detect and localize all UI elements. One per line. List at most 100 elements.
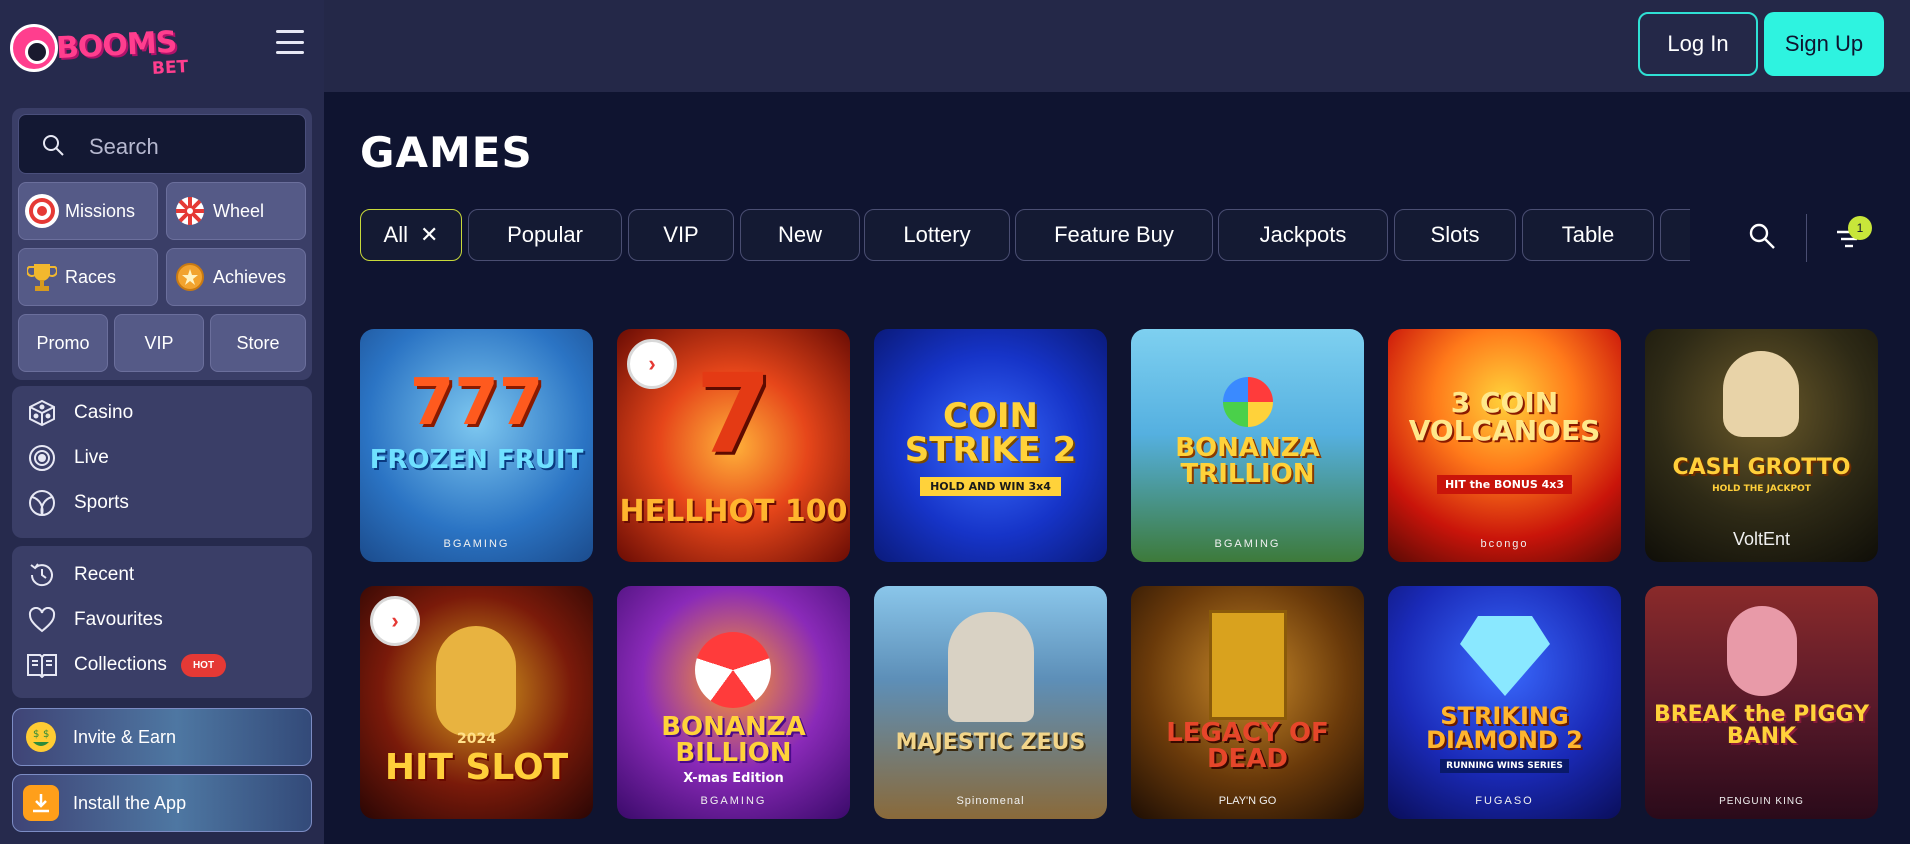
filter-chip-vip[interactable]: VIP: [628, 209, 734, 261]
hot-badge: HOT: [180, 653, 227, 677]
filter-chip-label: Jackpots: [1259, 222, 1347, 247]
book-icon: [26, 649, 58, 681]
game-card[interactable]: COIN STRIKE 2 HOLD AND WIN 3x4: [874, 329, 1107, 562]
invite-earn-button[interactable]: $ $ Invite & Earn: [12, 708, 312, 766]
live-icon: [26, 442, 58, 474]
download-icon: [23, 785, 59, 821]
install-app-label: Install the App: [73, 792, 187, 813]
sidebar-label-collections: Collections: [74, 654, 167, 675]
divider: [1806, 214, 1807, 262]
filter-chip-label: VIP: [663, 222, 699, 247]
filter-search-icon[interactable]: [1748, 222, 1776, 250]
game-provider: BGAMING: [700, 795, 767, 807]
filter-chip-jackpots[interactable]: Jackpots: [1218, 209, 1388, 261]
menu-toggle-icon[interactable]: [276, 30, 304, 54]
game-provider: Spinomenal: [956, 795, 1025, 807]
filter-chip-all[interactable]: All ✕: [360, 209, 462, 261]
game-provider: VoltEnt: [1732, 529, 1791, 549]
game-tag: HIT the BONUS 4x3: [1388, 475, 1621, 494]
achieves-button[interactable]: Achieves: [166, 248, 306, 306]
signup-button[interactable]: Sign Up: [1764, 12, 1884, 76]
filter-chip-popular[interactable]: Popular: [468, 209, 622, 261]
game-card[interactable]: BONANZA BILLION X-mas Edition BGAMING: [617, 586, 850, 819]
game-provider: BGAMING: [443, 538, 510, 550]
game-title: BONANZA BILLION: [661, 712, 806, 768]
game-card[interactable]: 777 FROZEN FRUIT BGAMING: [360, 329, 593, 562]
game-title: BREAK the PIGGY BANK: [1653, 702, 1870, 749]
game-title: CASH GROTTO: [1672, 455, 1851, 480]
game-tag: 2024: [457, 731, 496, 747]
game-card[interactable]: MAJESTIC ZEUS Spinomenal: [874, 586, 1107, 819]
achieves-label: Achieves: [213, 266, 287, 287]
vip-button[interactable]: VIP: [114, 314, 204, 372]
store-button[interactable]: Store: [210, 314, 306, 372]
promo-button[interactable]: Promo: [18, 314, 108, 372]
filter-chip-lottery[interactable]: Lottery: [864, 209, 1010, 261]
game-provider: FUGASO: [1475, 795, 1534, 807]
login-button[interactable]: Log In: [1638, 12, 1758, 76]
game-tag: RUNNING WINS SERIES: [1388, 759, 1621, 773]
game-card[interactable]: CASH GROTTO HOLD THE JACKPOT VoltEnt: [1645, 329, 1878, 562]
jester-icon: [436, 626, 516, 736]
sidebar-item-collections[interactable]: Collections HOT: [26, 648, 227, 682]
game-title: LEGACY OF DEAD: [1166, 718, 1329, 774]
races-button[interactable]: Races: [18, 248, 158, 306]
sidebar-secondary-nav: Recent Favourites Collections HOT: [12, 546, 312, 698]
svg-text:$: $: [43, 729, 49, 740]
game-tag: HOLD AND WIN 3x4: [874, 477, 1107, 496]
game-provider: bcongo: [1480, 538, 1529, 550]
game-title: COIN STRIKE 2: [904, 396, 1077, 470]
sidebar-label-live: Live: [74, 447, 109, 468]
game-provider: BGAMING: [1214, 538, 1281, 550]
sidebar-item-casino[interactable]: Casino: [26, 396, 133, 430]
invite-earn-label: Invite & Earn: [73, 726, 177, 747]
game-card[interactable]: 3 COIN VOLCANOES HIT the BONUS 4x3 bcong…: [1388, 329, 1621, 562]
page-title: GAMES: [360, 128, 533, 177]
game-card[interactable]: STRIKING DIAMOND 2 RUNNING WINS SERIES F…: [1388, 586, 1621, 819]
filter-chip-label: Slots: [1430, 222, 1480, 247]
pig-icon: [1727, 606, 1797, 696]
filter-chip-slots[interactable]: Slots: [1394, 209, 1516, 261]
history-icon: [26, 559, 58, 591]
close-icon[interactable]: ✕: [420, 222, 438, 248]
game-title: 3 COIN VOLCANOES: [1408, 386, 1601, 447]
install-app-button[interactable]: Install the App: [12, 774, 312, 832]
game-title: MAJESTIC ZEUS: [895, 730, 1086, 755]
seven-icon: 7: [695, 350, 772, 478]
game-tag: HOLD THE JACKPOT: [1712, 484, 1811, 494]
game-title: FROZEN FRUIT: [369, 445, 584, 475]
brand-logo[interactable]: BOOMS BET: [10, 10, 200, 80]
filter-chip-new[interactable]: New: [740, 209, 860, 261]
filter-chip-all-label: All: [383, 222, 408, 247]
wheel-button[interactable]: Wheel: [166, 182, 306, 240]
candy-icon: [695, 632, 771, 708]
filter-chip-label: New: [777, 222, 822, 247]
promo-label: Promo: [36, 332, 90, 353]
game-card[interactable]: BONANZA TRILLION BGAMING: [1131, 329, 1364, 562]
money-face-icon: $ $: [23, 719, 59, 755]
game-card[interactable]: BREAK the PIGGY BANK PENGUIN KING: [1645, 586, 1878, 819]
game-provider: PLAY'N GO: [1218, 795, 1277, 807]
ball-icon: [26, 487, 58, 519]
game-card[interactable]: LEGACY OF DEAD PLAY'N GO: [1131, 586, 1364, 819]
missions-button[interactable]: Missions: [18, 182, 158, 240]
sidebar-search-input[interactable]: Search: [18, 114, 306, 174]
target-icon: [25, 194, 59, 228]
filter-chip-more[interactable]: [1660, 209, 1690, 261]
vip-label: VIP: [144, 332, 174, 353]
sidebar-item-live[interactable]: Live: [26, 441, 109, 475]
sidebar-item-recent[interactable]: Recent: [26, 558, 134, 592]
game-title: STRIKING DIAMOND 2: [1426, 702, 1583, 754]
game-provider: PENGUIN KING: [1719, 796, 1804, 807]
search-placeholder: Search: [89, 134, 159, 159]
logo-mascot-icon: [10, 24, 58, 72]
game-title: BONANZA TRILLION: [1175, 433, 1320, 489]
category-filter-bar: All ✕ Popular VIP New Lottery Feature Bu…: [360, 209, 1690, 263]
game-title: HELLHOT 100: [619, 494, 848, 529]
sidebar-item-favourites[interactable]: Favourites: [26, 603, 163, 637]
game-card[interactable]: › 2024 HIT SLOT: [360, 586, 593, 819]
sidebar-item-sports[interactable]: Sports: [26, 486, 129, 520]
filter-chip-table[interactable]: Table: [1522, 209, 1654, 261]
filter-chip-feature-buy[interactable]: Feature Buy: [1015, 209, 1213, 261]
game-card[interactable]: › 7 HELLHOT 100: [617, 329, 850, 562]
